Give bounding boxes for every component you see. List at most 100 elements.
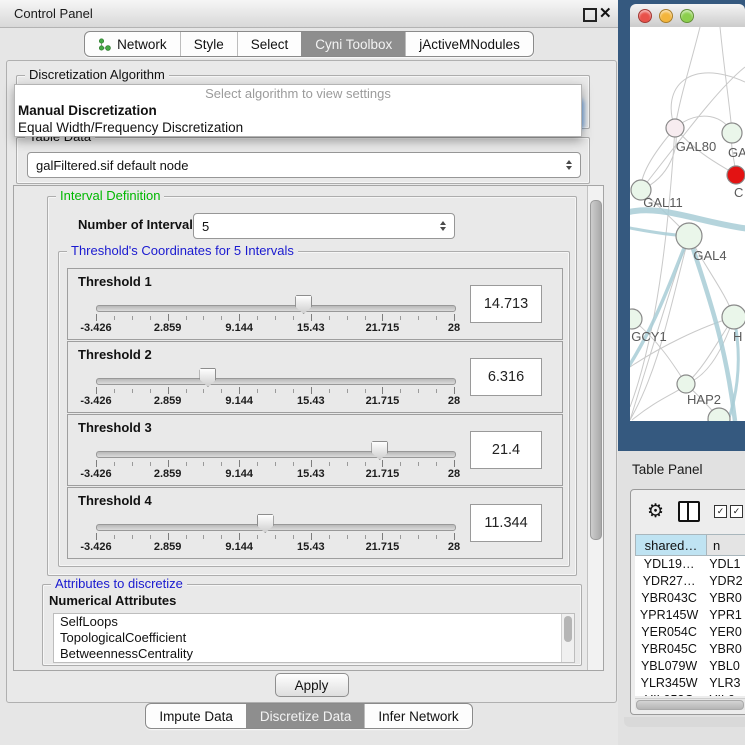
tick-mark [239,387,240,394]
number-of-intervals-select[interactable]: 5 [193,213,455,239]
table-header: shared… n [635,534,745,556]
threshold-value-field[interactable]: 11.344 [470,504,542,542]
tick-mark [239,460,240,467]
tick-mark [436,389,437,393]
table-data-select[interactable]: galFiltered.sif default node [27,152,581,178]
tab-impute-data[interactable]: Impute Data [146,704,246,728]
network-graph[interactable]: GAL80GACGAL11GAL4GCY1HHAP2 [630,27,745,421]
gear-icon[interactable]: ⚙ [647,502,664,521]
table-row[interactable]: YDR27…YDR2 [635,573,745,590]
table-row[interactable]: YBL079WYBL0 [635,658,745,675]
slider-track[interactable] [96,305,456,312]
threshold-value-field[interactable]: 21.4 [470,431,542,469]
tick-mark [454,314,455,321]
settings-scroll-area: Interval Definition Number of Intervals … [13,185,604,671]
attribute-list-item[interactable]: TopologicalCoefficient [54,630,574,646]
algorithm-option[interactable]: Equal Width/Frequency Discretization [15,119,581,136]
tick-mark [186,316,187,320]
algorithm-dropdown-hint: Select algorithm to view settings [15,85,581,102]
tab-label: Style [194,37,224,52]
tab-network[interactable]: Network [85,32,180,56]
tab-select[interactable]: Select [237,32,302,56]
algorithm-option[interactable]: Manual Discretization [15,102,581,119]
tick-mark [275,316,276,320]
numerical-attributes-list[interactable]: SelfLoopsTopologicalCoefficientBetweenne… [53,613,575,663]
tick-label: 21.715 [352,468,412,480]
slider-track[interactable] [96,378,456,385]
tick-mark [150,535,151,539]
apply-button[interactable]: Apply [275,673,349,697]
tick-mark [400,535,401,539]
zoom-traffic-light-icon[interactable] [680,9,694,23]
algorithm-dropdown-popup: Select algorithm to view settings Manual… [14,84,582,137]
tick-mark [96,533,97,540]
tick-mark [186,462,187,466]
tick-mark [275,389,276,393]
tick-mark [382,533,383,540]
split-view-icon[interactable] [678,501,700,522]
table-row[interactable]: YBR045CYBR0 [635,641,745,658]
network-canvas[interactable]: GAL80GACGAL11GAL4GCY1HHAP2 [630,27,745,421]
close-traffic-light-icon[interactable] [638,9,652,23]
cell-shared-name: YPR145W [635,607,703,624]
network-node-C[interactable] [727,166,745,184]
attribute-list-item[interactable]: SelfLoops [54,614,574,630]
checkbox-icon[interactable]: ✓ [730,505,743,518]
tick-label: 21.715 [352,541,412,553]
tab-discretize-data[interactable]: Discretize Data [246,704,365,728]
tab-infer-network[interactable]: Infer Network [364,704,471,728]
slider-track[interactable] [96,524,456,531]
tick-mark [257,316,258,320]
table-row[interactable]: YIL052CYIL0 [635,692,745,696]
tab-style[interactable]: Style [180,32,237,56]
table-row[interactable]: YLR345WYLR3 [635,675,745,692]
network-node-HAP2[interactable] [677,375,695,393]
table-rows: YDL19…YDL1YDR27…YDR2YBR043CYBR0YPR145WYP… [635,556,745,696]
scrollbar-thumb[interactable] [590,200,602,540]
tick-mark [347,535,348,539]
tick-mark [293,389,294,393]
control-panel-title: Control Panel [14,6,93,21]
minimize-traffic-light-icon[interactable] [659,9,673,23]
threshold-value-field[interactable]: 14.713 [470,285,542,323]
table-row[interactable]: YPR145WYPR1 [635,607,745,624]
tick-label: 21.715 [352,322,412,334]
column-header-shared-name[interactable]: shared… [635,534,707,556]
column-header-name[interactable]: n [707,534,745,556]
tick-mark [382,460,383,467]
attributes-list-scrollbar[interactable] [561,614,574,662]
table-row[interactable]: YER054CYER0 [635,624,745,641]
cell-shared-name: YIL052C [635,692,703,696]
scrollbar-thumb[interactable] [564,616,572,642]
network-node-H[interactable] [722,305,745,329]
cell-shared-name: YDR27… [635,573,703,590]
network-node-label: GAL4 [693,248,726,263]
threshold-value-field[interactable]: 6.316 [470,358,542,396]
table-row[interactable]: YBR043CYBR0 [635,590,745,607]
scrollbar-thumb[interactable] [636,700,744,710]
tick-label: -3.426 [66,468,126,480]
slider-track[interactable] [96,451,456,458]
network-node-GAL4[interactable] [676,223,702,249]
settings-vertical-scrollbar[interactable] [587,186,603,670]
network-node-GA[interactable] [722,123,742,143]
table-horizontal-scrollbar[interactable] [635,698,745,710]
network-node-GAL80[interactable] [666,119,684,137]
checkbox-icon[interactable]: ✓ [714,505,727,518]
cell-name: YLR3 [703,675,745,692]
column-checkbox-icons[interactable]: ✓ ✓ [714,505,743,518]
float-window-button[interactable] [583,8,597,22]
tick-mark [382,314,383,321]
tab-jactivemnodules[interactable]: jActiveMNodules [405,32,533,56]
attribute-list-item[interactable]: BetweennessCentrality [54,646,574,662]
table-row[interactable]: YDL19…YDL1 [635,556,745,573]
network-node-label: HAP2 [687,392,721,407]
tick-mark [454,533,455,540]
tick-mark [150,389,151,393]
tab-cyni-toolbox[interactable]: Cyni Toolbox [301,32,405,56]
threshold-panel: Threshold 4-3.4262.8599.14415.4321.71528… [67,487,563,559]
tick-label: 15.43 [281,541,341,553]
tick-label: 15.43 [281,322,341,334]
close-icon[interactable]: ✕ [599,4,612,22]
control-panel: Control Panel ✕ Network Style SelectCyni T… [0,0,618,745]
